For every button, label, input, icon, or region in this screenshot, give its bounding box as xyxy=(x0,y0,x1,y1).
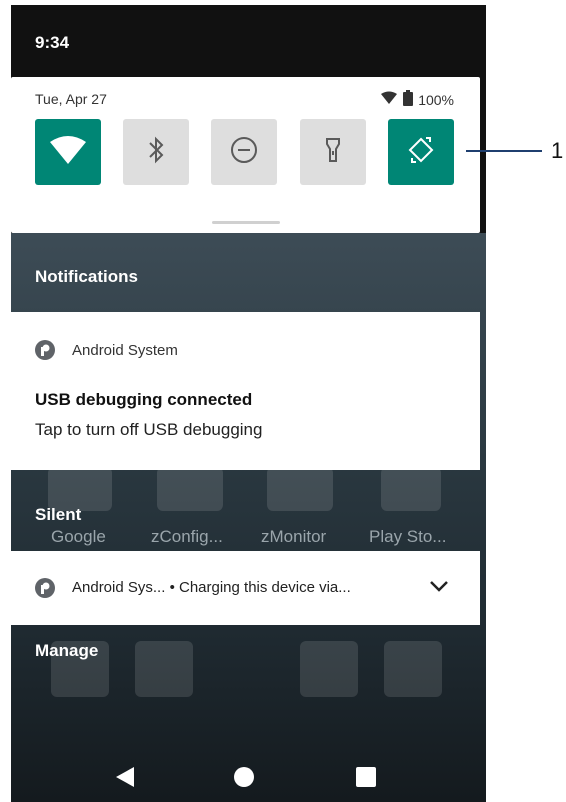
app-label-zmonitor: zMonitor xyxy=(261,527,327,546)
silent-separator: • xyxy=(169,579,175,596)
notification-app-name: Android System xyxy=(72,342,178,359)
tile-auto-rotate[interactable] xyxy=(388,119,454,185)
silent-notification-summary: Android Sys... • Charging this device vi… xyxy=(72,579,351,596)
battery-icon xyxy=(403,90,414,109)
callout-number: 1 xyxy=(551,138,564,163)
silent-app-name: Android Sys... xyxy=(72,579,166,596)
app-icon-play-store xyxy=(381,467,441,511)
android-system-icon xyxy=(35,578,55,603)
battery-percent: 100% xyxy=(418,91,454,108)
tile-do-not-disturb[interactable] xyxy=(211,119,277,185)
navigation-bar xyxy=(11,753,486,802)
app-icon-zmonitor xyxy=(267,467,333,511)
tile-wifi[interactable]: 4 xyxy=(35,119,101,185)
svg-text:4: 4 xyxy=(75,153,81,165)
manage-button[interactable]: Manage xyxy=(35,641,98,661)
app-icon-contacts xyxy=(300,641,358,697)
app-label-play-store: Play Sto... xyxy=(369,527,447,546)
drag-handle[interactable] xyxy=(212,221,280,224)
app-label-google: Google xyxy=(51,527,106,546)
quick-settings-panel: Tue, Apr 27 100% 4 xyxy=(11,77,480,233)
qs-status: 100% xyxy=(380,90,454,109)
wifi-signal-icon xyxy=(380,91,398,108)
back-icon[interactable] xyxy=(114,765,136,794)
qs-date: Tue, Apr 27 xyxy=(35,91,107,107)
phone-screen: Google zConfig... zMonitor Play Sto... 9… xyxy=(11,5,486,802)
notification-charging[interactable]: Android Sys... • Charging this device vi… xyxy=(11,551,480,625)
home-icon[interactable] xyxy=(233,766,255,793)
notifications-header: Notifications xyxy=(35,267,138,286)
app-icon-calendar xyxy=(135,641,193,697)
auto-rotate-icon xyxy=(406,135,436,170)
wifi-icon: 4 xyxy=(48,134,88,171)
tile-flashlight[interactable] xyxy=(300,119,366,185)
callout-line xyxy=(466,150,542,152)
notification-title: USB debugging connected xyxy=(35,390,253,409)
app-label-zconfig: zConfig... xyxy=(151,527,223,546)
notification-body: Tap to turn off USB debugging xyxy=(35,420,263,439)
app-icon-camera xyxy=(384,641,442,697)
chevron-down-icon[interactable] xyxy=(429,579,449,598)
silent-header: Silent xyxy=(35,505,82,524)
flashlight-icon xyxy=(324,136,342,169)
recents-icon[interactable] xyxy=(355,766,377,793)
silent-text: Charging this device via... xyxy=(179,579,351,596)
app-icon-zconfig xyxy=(157,467,223,511)
bluetooth-icon xyxy=(146,136,166,169)
tile-bluetooth[interactable] xyxy=(123,119,189,185)
notification-usb-debugging[interactable]: Android System USB debugging connected T… xyxy=(11,312,480,470)
status-time: 9:34 xyxy=(35,33,70,52)
do-not-disturb-icon xyxy=(229,135,259,170)
android-system-icon xyxy=(35,340,55,365)
